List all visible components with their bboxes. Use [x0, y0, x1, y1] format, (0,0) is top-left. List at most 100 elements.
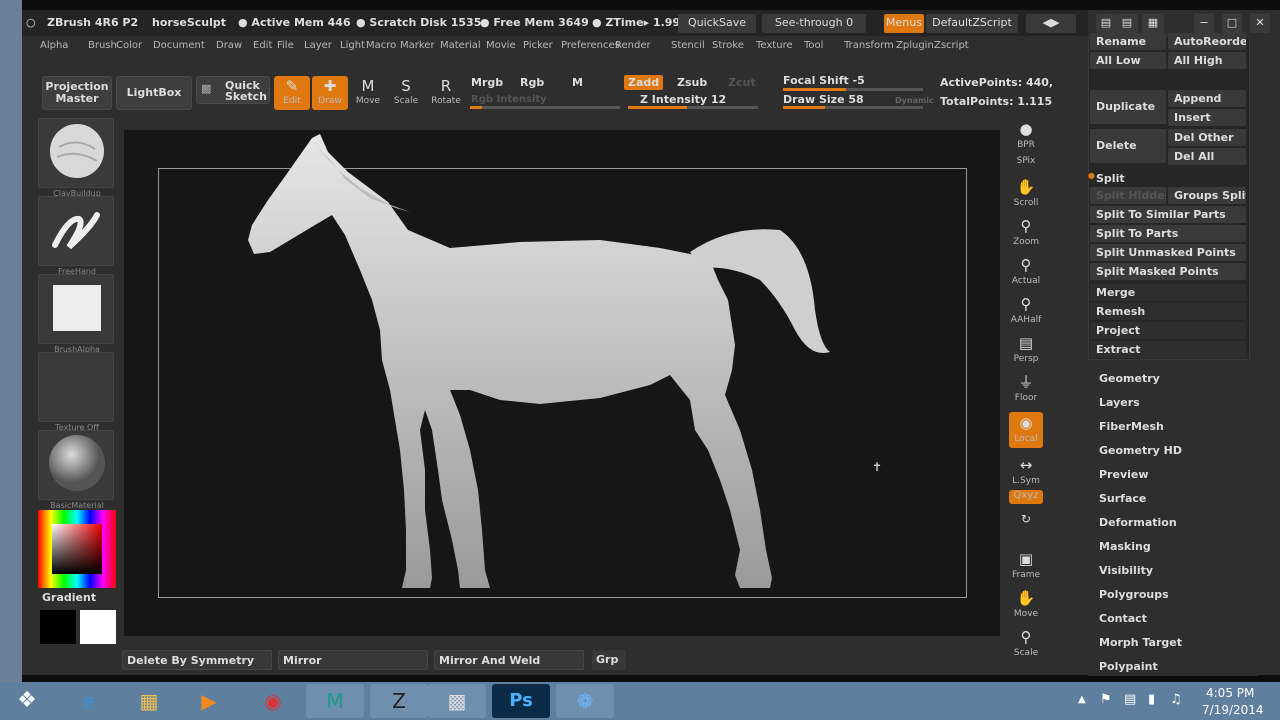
panel-geometry[interactable]: Geometry — [1099, 372, 1160, 385]
alpha-thumbnail[interactable]: BrushAlpha — [38, 274, 114, 354]
menu-zplugin[interactable]: Zplugin — [896, 40, 934, 51]
remesh-section[interactable]: Remesh — [1090, 303, 1246, 320]
lightbox-button[interactable]: LightBox — [116, 76, 192, 110]
draw-button[interactable]: ✚ Draw — [312, 76, 348, 110]
mrgb-button[interactable]: Mrgb — [471, 76, 503, 89]
persp-button[interactable]: ▤ Persp — [1009, 332, 1043, 368]
xyz-button[interactable]: Qxyz — [1009, 490, 1043, 504]
menu-preferences[interactable]: Preferences — [561, 40, 620, 51]
photoshop-icon[interactable]: Ps — [492, 684, 550, 718]
panel-polypaint[interactable]: Polypaint — [1099, 660, 1158, 673]
aahalf-button[interactable]: ⚲ AAHalf — [1009, 293, 1043, 329]
zcut-button[interactable]: Zcut — [728, 76, 756, 89]
panel-contact[interactable]: Contact — [1099, 612, 1147, 625]
battery-icon[interactable]: ▤ — [1124, 692, 1136, 707]
ie-icon[interactable]: e — [60, 684, 118, 718]
settings-icon[interactable]: ❁ — [556, 684, 614, 718]
layout-b-icon[interactable]: ▤ — [1116, 14, 1138, 33]
volume-icon[interactable]: ♫ — [1170, 692, 1182, 707]
horse-model[interactable] — [220, 130, 860, 600]
del-all-button[interactable]: Del All — [1168, 148, 1246, 165]
monitor-icon[interactable]: ▩ — [428, 684, 486, 718]
menu-color[interactable]: Color — [116, 40, 142, 51]
scale-view-button[interactable]: ⚲ Scale — [1009, 626, 1043, 662]
split-similar-button[interactable]: Split To Similar Parts — [1090, 206, 1246, 223]
main-color-swatch[interactable] — [80, 610, 116, 644]
panel-preview[interactable]: Preview — [1099, 468, 1149, 481]
layout-icon[interactable]: ▤ — [1096, 14, 1116, 33]
z-intensity-track[interactable] — [628, 106, 758, 109]
extract-section[interactable]: Extract — [1090, 341, 1246, 358]
menu-draw[interactable]: Draw — [216, 40, 242, 51]
zsub-button[interactable]: Zsub — [677, 76, 707, 89]
frame-button[interactable]: ▣ Frame — [1009, 548, 1043, 584]
material-thumbnail[interactable]: BasicMaterial — [38, 430, 114, 510]
see-through-slider[interactable]: See-through 0 — [762, 14, 866, 33]
layout-c-icon[interactable]: ▦ — [1142, 14, 1164, 33]
tray-arrow-icon[interactable]: ▲ — [1078, 694, 1086, 705]
all-high-button[interactable]: All High — [1168, 52, 1246, 69]
dynamic-button[interactable]: Dynamic — [895, 96, 934, 105]
spix-slider[interactable]: SPix — [1009, 156, 1043, 172]
autoreorder-button[interactable]: AutoReorder — [1168, 33, 1246, 50]
split-unmasked-button[interactable]: Split Unmasked Points — [1090, 244, 1246, 261]
delete-button[interactable]: Delete — [1090, 129, 1166, 163]
menu-edit[interactable]: Edit — [253, 40, 272, 51]
m-button[interactable]: M — [572, 76, 583, 89]
quicksave-button[interactable]: QuickSave — [678, 14, 756, 33]
rgb-intensity-track[interactable] — [470, 106, 620, 109]
maximize-icon[interactable]: □ — [1222, 14, 1242, 33]
draw-size-slider[interactable]: Draw Size 58 — [783, 93, 864, 106]
color-saturation-square[interactable] — [52, 524, 102, 574]
zoom-button[interactable]: ⚲ Zoom — [1009, 215, 1043, 251]
bpr-button[interactable]: ● BPR — [1009, 118, 1043, 154]
menu-transform[interactable]: Transform — [844, 40, 894, 51]
project-section[interactable]: Project — [1090, 322, 1246, 339]
all-low-button[interactable]: All Low — [1090, 52, 1166, 69]
draw-size-track[interactable] — [783, 106, 923, 109]
palette-arrows-icon[interactable]: ◀▶ — [1026, 14, 1076, 33]
menu-tool[interactable]: Tool — [804, 40, 823, 51]
menu-light[interactable]: Light — [340, 40, 365, 51]
menu-picker[interactable]: Picker — [523, 40, 553, 51]
panel-visibility[interactable]: Visibility — [1099, 564, 1153, 577]
rotate-button[interactable]: R Rotate — [428, 76, 464, 110]
menu-layer[interactable]: Layer — [304, 40, 332, 51]
duplicate-button[interactable]: Duplicate — [1090, 90, 1166, 124]
panel-layers[interactable]: Layers — [1099, 396, 1140, 409]
split-hidden-button[interactable]: Split Hidden — [1090, 187, 1166, 204]
menus-button[interactable]: Menus — [884, 14, 924, 33]
secondary-color-swatch[interactable] — [40, 610, 76, 644]
delete-by-symmetry-button[interactable]: Delete By Symmetry — [122, 650, 272, 670]
focal-shift-track[interactable] — [783, 88, 923, 91]
start-button-icon[interactable]: ❖ — [4, 684, 50, 718]
menu-zscript[interactable]: Zscript — [934, 40, 969, 51]
menu-movie[interactable]: Movie — [486, 40, 516, 51]
menu-render[interactable]: Render — [615, 40, 651, 51]
menu-brush[interactable]: Brush — [88, 40, 117, 51]
z-intensity-slider[interactable]: Z Intensity 12 — [640, 93, 726, 106]
panel-masking[interactable]: Masking — [1099, 540, 1151, 553]
split-parts-button[interactable]: Split To Parts — [1090, 225, 1246, 242]
panel-morph-target[interactable]: Morph Target — [1099, 636, 1182, 649]
actual-button[interactable]: ⚲ Actual — [1009, 254, 1043, 290]
network-icon[interactable]: ▮ — [1148, 692, 1155, 707]
mirror-button[interactable]: Mirror — [278, 650, 428, 670]
panel-deformation[interactable]: Deformation — [1099, 516, 1177, 529]
lsym-button[interactable]: ↔ L.Sym — [1009, 454, 1043, 490]
menu-stencil[interactable]: Stencil — [671, 40, 705, 51]
menu-file[interactable]: File — [277, 40, 294, 51]
minimize-icon[interactable]: − — [1194, 14, 1214, 33]
close-icon[interactable]: ✕ — [1250, 14, 1270, 33]
move-button[interactable]: M Move — [350, 76, 386, 110]
split-section[interactable]: Split — [1090, 170, 1160, 187]
rgb-button[interactable]: Rgb — [520, 76, 544, 89]
panel-surface[interactable]: Surface — [1099, 492, 1146, 505]
zbrush-icon[interactable]: Z — [370, 684, 428, 718]
chrome-icon[interactable]: ◉ — [244, 684, 302, 718]
explorer-icon[interactable]: ▦ — [120, 684, 178, 718]
floor-button[interactable]: ⏚ Floor — [1009, 371, 1043, 407]
flag-icon[interactable]: ⚑ — [1100, 692, 1112, 707]
clock-time[interactable]: 4:05 PM — [1206, 686, 1254, 700]
color-picker[interactable] — [38, 510, 116, 588]
